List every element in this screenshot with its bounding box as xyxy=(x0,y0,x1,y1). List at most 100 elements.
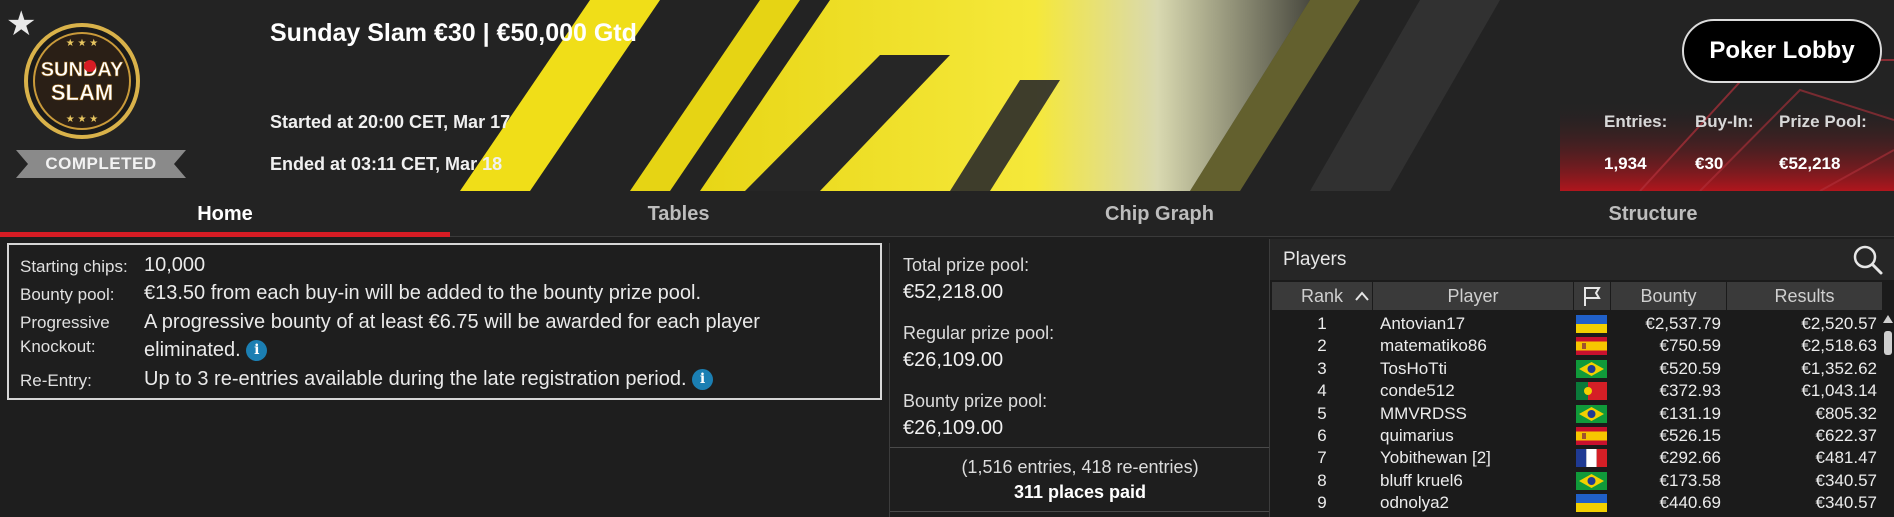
player-bounty: €750.59 xyxy=(1659,336,1721,356)
player-result: €340.57 xyxy=(1815,493,1877,513)
prize-pool-label: Prize Pool: xyxy=(1779,112,1867,131)
player-bounty: €520.59 xyxy=(1659,358,1721,378)
brazil-flag-icon xyxy=(1576,404,1607,423)
player-bounty: €2,537.79 xyxy=(1645,314,1721,333)
entries-summary: (1,516 entries, 418 re-entries) xyxy=(961,457,1199,477)
tournament-header: ★ SUNDAY SLAM ★ ★ ★ ★ ★ ★ COMPLETED Sund… xyxy=(0,0,1894,191)
table-row[interactable]: 4 conde512 €372.93 €1,043.14 xyxy=(1270,380,1882,402)
player-name: quimarius xyxy=(1380,426,1454,445)
reentry-value-line: Up to 3 re-entries available during the … xyxy=(144,368,714,391)
spain-flag-icon xyxy=(1576,427,1607,445)
brazil-flag-icon xyxy=(1576,359,1607,378)
player-name: Yobithewan [2] xyxy=(1380,448,1491,468)
player-bounty: €173.58 xyxy=(1659,470,1721,490)
entries-value: 1,934 xyxy=(1604,154,1647,173)
reentry-info-icon[interactable]: i xyxy=(692,369,714,391)
player-name: bluff kruel6 xyxy=(1380,470,1463,490)
progressive-value-2: eliminated. xyxy=(144,339,241,361)
starting-chips-label: Starting chips: xyxy=(20,257,128,276)
col-results-header[interactable]: Results xyxy=(1727,282,1882,310)
table-row[interactable]: 7 Yobithewan [2] €292.66 €481.47 xyxy=(1270,447,1882,469)
player-result: €481.47 xyxy=(1815,448,1877,468)
starting-chips-value: 10,000 xyxy=(144,254,206,276)
regular-prize-value: €26,109.00 xyxy=(903,349,1004,371)
end-time: Ended at 03:11 CET, Mar 18 xyxy=(270,154,503,174)
spain-flag-icon xyxy=(1576,337,1607,356)
col-bounty-header[interactable]: Bounty xyxy=(1611,282,1726,310)
tab-home[interactable]: Home xyxy=(0,191,450,237)
tab-structure[interactable]: Structure xyxy=(1412,191,1894,237)
prize-pool-value: €52,218 xyxy=(1779,154,1841,173)
progressive-info-icon[interactable]: i xyxy=(246,340,268,362)
player-name: TosHoTti xyxy=(1380,358,1448,378)
col-rank-label: Rank xyxy=(1300,286,1344,306)
table-row[interactable]: 5 MMVRDSS €131.19 €805.32 xyxy=(1270,403,1882,425)
player-result: €805.32 xyxy=(1815,403,1877,423)
player-bounty: €292.66 xyxy=(1659,448,1721,468)
player-bounty: €131.19 xyxy=(1659,403,1721,423)
player-rank: 2 xyxy=(1317,336,1327,356)
brazil-flag-icon xyxy=(1576,471,1607,490)
table-row[interactable]: 3 TosHoTti €520.59 €1,352.62 xyxy=(1270,358,1882,380)
players-panel: Players Rank Player Bounty Results 1 Anto… xyxy=(1269,239,1894,517)
svg-text:★ ★ ★: ★ ★ ★ xyxy=(66,114,98,125)
progressive-value-1: A progressive bounty of at least €6.75 w… xyxy=(144,311,760,333)
bounty-pool-value: €13.50 from each buy-in will be added to… xyxy=(144,282,702,304)
flag-icon xyxy=(1584,287,1601,306)
tab-chip-graph[interactable]: Chip Graph xyxy=(907,191,1412,237)
start-time: Started at 20:00 CET, Mar 17 xyxy=(270,112,511,132)
table-row[interactable]: 1 Antovian17 €2,537.79 €2,520.57 xyxy=(1270,313,1882,335)
total-prize-label: Total prize pool: xyxy=(903,255,1030,275)
active-tab-indicator xyxy=(0,232,450,237)
chevron-up-icon[interactable] xyxy=(1355,291,1369,301)
table-row[interactable]: 9 odnolya2 €440.69 €340.57 xyxy=(1270,492,1882,514)
player-bounty: €372.93 xyxy=(1659,381,1721,401)
player-result: €340.57 xyxy=(1815,470,1877,490)
col-player-header[interactable]: Player xyxy=(1373,282,1573,310)
reentry-label: Re-Entry: xyxy=(20,371,92,390)
col-flag-header[interactable] xyxy=(1574,282,1610,310)
buyin-value: €30 xyxy=(1695,154,1724,173)
table-row[interactable]: 8 bluff kruel6 €173.58 €340.57 xyxy=(1270,470,1882,492)
table-row[interactable]: 2 matematiko86 €750.59 €2,518.63 xyxy=(1270,335,1882,357)
player-result: €2,518.63 xyxy=(1801,336,1877,356)
tab-bar: Home Tables Chip Graph Structure xyxy=(0,191,1894,237)
tournament-title: Sunday Slam €30 | €50,000 Gtd xyxy=(270,19,637,47)
ukraine-flag-icon xyxy=(1576,315,1607,333)
table-row[interactable]: 6 quimarius €526.15 €622.37 xyxy=(1270,425,1882,447)
player-name: Antovian17 xyxy=(1380,314,1466,333)
reentry-value: Up to 3 re-entries available during the … xyxy=(144,368,687,390)
player-result: €1,043.14 xyxy=(1801,381,1877,401)
player-rank: 9 xyxy=(1317,493,1327,513)
progressive-label-1: Progressive xyxy=(20,313,110,332)
prize-divider-2 xyxy=(890,511,1270,512)
svg-text:SUNDAY: SUNDAY xyxy=(41,59,124,81)
player-result: €1,352.62 xyxy=(1801,358,1877,378)
player-rank: 5 xyxy=(1317,403,1327,423)
player-name: odnolya2 xyxy=(1380,493,1450,513)
bounty-prize-label: Bounty prize pool: xyxy=(903,391,1048,411)
player-bounty: €526.15 xyxy=(1659,426,1721,445)
progressive-label-2: Knockout: xyxy=(20,337,96,356)
player-rank: 6 xyxy=(1317,426,1327,445)
search-icon[interactable] xyxy=(1852,244,1884,276)
player-rank: 7 xyxy=(1317,448,1327,468)
tab-tables[interactable]: Tables xyxy=(450,191,907,237)
ukraine-flag-icon xyxy=(1576,494,1607,513)
portugal-flag-icon xyxy=(1576,382,1607,401)
player-rank: 3 xyxy=(1317,358,1327,378)
player-rank: 8 xyxy=(1317,470,1327,490)
scrollbar-thumb[interactable] xyxy=(1884,331,1892,355)
tournament-info-box: Starting chips: 10,000 Bounty pool: €13.… xyxy=(7,243,882,400)
player-name: MMVRDSS xyxy=(1380,403,1467,423)
player-result: €2,520.57 xyxy=(1801,314,1877,333)
players-title: Players xyxy=(1283,249,1347,270)
poker-lobby-button[interactable]: Poker Lobby xyxy=(1682,19,1882,83)
player-rank: 4 xyxy=(1317,381,1327,401)
france-flag-icon xyxy=(1576,449,1607,468)
total-prize-value: €52,218.00 xyxy=(903,281,1004,303)
player-name: matematiko86 xyxy=(1380,336,1487,356)
prize-divider-1 xyxy=(890,447,1270,448)
entries-label: Entries: xyxy=(1604,112,1668,131)
scroll-up-icon[interactable] xyxy=(1883,315,1893,323)
